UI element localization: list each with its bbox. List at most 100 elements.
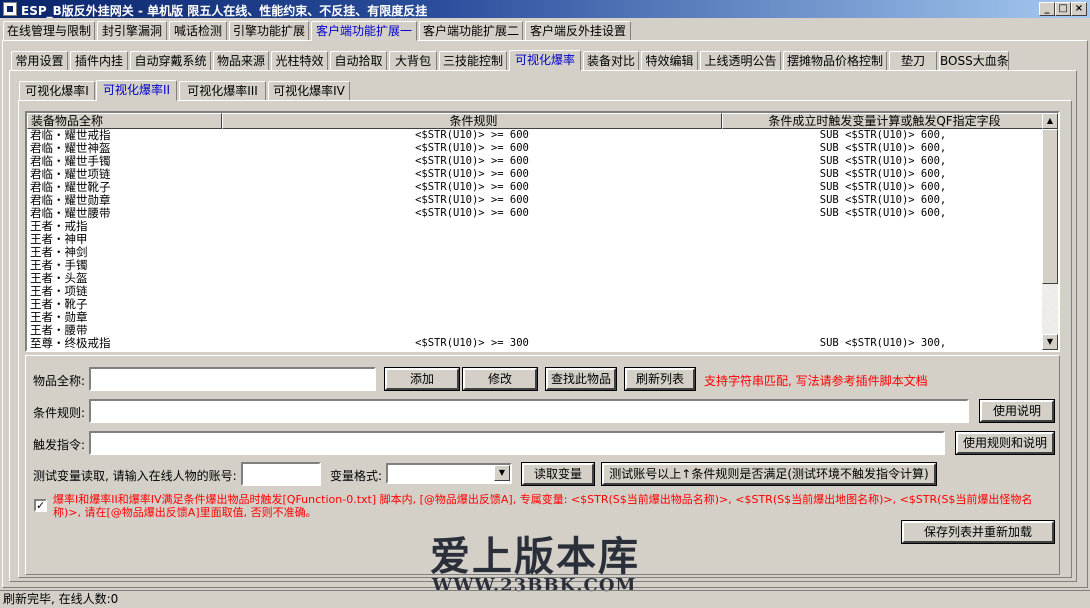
chevron-down-icon[interactable]: ▼ bbox=[494, 465, 510, 481]
trigger-input[interactable] bbox=[89, 431, 945, 455]
tab-client-extension-2[interactable]: 客户端功能扩展二 bbox=[419, 21, 523, 41]
trigger-label: 触发指令: bbox=[33, 438, 86, 452]
scroll-down-icon[interactable]: ▼ bbox=[1042, 334, 1058, 350]
rules-usage-button[interactable]: 使用规则和说明 bbox=[956, 432, 1054, 454]
tab-drop-rate-3[interactable]: 可视化爆率III bbox=[179, 81, 266, 101]
table-row[interactable]: 王者・神剑 bbox=[27, 246, 1044, 259]
cell-trigger: SUB <$STR(U10)> 300, bbox=[819, 337, 947, 349]
table-row[interactable]: 王者・神甲 bbox=[27, 233, 1044, 246]
tab-equip-compare[interactable]: 装备对比 bbox=[583, 51, 639, 71]
cell-trigger bbox=[722, 233, 1044, 246]
tab-pad-blade[interactable]: 垫刀 bbox=[889, 51, 937, 71]
item-name-input[interactable] bbox=[89, 367, 376, 391]
cell-item-name: 君临・耀世勋章 bbox=[30, 194, 111, 207]
cell-condition bbox=[222, 246, 722, 259]
var-format-select[interactable]: ▼ bbox=[386, 463, 512, 484]
table-row[interactable]: 王者・头盔 bbox=[27, 272, 1044, 285]
column-header-trigger[interactable]: 条件成立时触发变量计算或触发QF指定字段 bbox=[722, 113, 1044, 129]
column-header-item-name[interactable]: 装备物品全称 bbox=[27, 113, 222, 129]
scroll-up-icon[interactable]: ▲ bbox=[1042, 113, 1058, 129]
table-row[interactable]: 王者・项链 bbox=[27, 285, 1044, 298]
condition-input[interactable] bbox=[89, 399, 969, 423]
table-row[interactable]: 王者・戒指 bbox=[27, 220, 1044, 233]
tab-stall-price[interactable]: 摆摊物品价格控制 bbox=[783, 51, 887, 71]
table-scrollbar[interactable]: ▲ ▼ bbox=[1042, 113, 1058, 350]
table-row[interactable]: 君临・耀世勋章 <$STR(U10)> >= 600 SUB <$STR(U10)>… bbox=[27, 194, 1044, 207]
table-row[interactable]: 君临・耀世靴子 <$STR(U10)> >= 600 SUB <$STR(U10)>… bbox=[27, 181, 1044, 194]
table-row[interactable]: 至尊・终极戒指 <$STR(U10)> >= 300 SUB <$STR(U10)>… bbox=[27, 337, 1044, 350]
table-row[interactable]: 王者・勋章 bbox=[27, 311, 1044, 324]
cell-trigger: SUB <$STR(U10)> 600, bbox=[819, 168, 947, 180]
tab-auto-pickup[interactable]: 自动拾取 bbox=[330, 51, 387, 71]
find-item-button[interactable]: 查找此物品 bbox=[546, 368, 616, 390]
tab-drop-rate-4[interactable]: 可视化爆率IV bbox=[268, 81, 350, 101]
tab-online-management[interactable]: 在线管理与限制 bbox=[3, 21, 95, 41]
tab-three-skill[interactable]: 三技能控制 bbox=[439, 51, 507, 71]
condition-label: 条件规则: bbox=[33, 406, 86, 420]
read-variable-button[interactable]: 读取变量 bbox=[522, 463, 594, 485]
cell-trigger: SUB <$STR(U10)> 600, bbox=[819, 129, 947, 141]
tab-client-extension-1[interactable]: 客户端功能扩展一 bbox=[311, 21, 417, 41]
cell-item-name: 王者・头盔 bbox=[30, 272, 88, 285]
tab-light-pillar[interactable]: 光柱特效 bbox=[271, 51, 328, 71]
table-row[interactable]: 君临・耀世腰带 <$STR(U10)> >= 600 SUB <$STR(U10)>… bbox=[27, 207, 1044, 220]
drop-rule-table[interactable]: 装备物品全称 条件规则 条件成立时触发变量计算或触发QF指定字段 君临・耀世戒指… bbox=[25, 111, 1060, 352]
tab-engine-exploit-block[interactable]: 封引擎漏洞 bbox=[97, 21, 167, 41]
test-account-input[interactable] bbox=[241, 462, 321, 486]
table-row[interactable]: 王者・腰带 bbox=[27, 324, 1044, 337]
tab-visual-drop-rate[interactable]: 可视化爆率 bbox=[509, 50, 581, 71]
table-row[interactable]: 王者・手镯 bbox=[27, 259, 1044, 272]
cell-item-name: 王者・神剑 bbox=[30, 246, 88, 259]
cell-item-name: 君临・耀世神盔 bbox=[30, 142, 111, 155]
tab-item-source[interactable]: 物品来源 bbox=[213, 51, 269, 71]
cell-item-name: 王者・靴子 bbox=[30, 298, 88, 311]
save-and-reload-button[interactable]: 保存列表并重新加载 bbox=[902, 521, 1054, 543]
cell-condition: <$STR(U10)> >= 600 bbox=[415, 207, 529, 219]
table-row[interactable]: 王者・靴子 bbox=[27, 298, 1044, 311]
scroll-thumb[interactable] bbox=[1042, 129, 1058, 284]
cell-item-name: 王者・神甲 bbox=[30, 233, 88, 246]
column-header-condition[interactable]: 条件规则 bbox=[222, 113, 722, 129]
table-header: 装备物品全称 条件规则 条件成立时触发变量计算或触发QF指定字段 bbox=[27, 113, 1044, 129]
maximize-button[interactable]: □ bbox=[1055, 2, 1071, 16]
tab-shout-detection[interactable]: 喊话检测 bbox=[169, 21, 227, 41]
usage-help-button[interactable]: 使用说明 bbox=[980, 400, 1054, 422]
tab-boss-hp-bar[interactable]: BOSS大血条 bbox=[939, 51, 1009, 71]
close-button[interactable]: × bbox=[1071, 2, 1087, 16]
cell-condition: <$STR(U10)> >= 600 bbox=[415, 181, 529, 193]
cell-item-name: 至尊・终极戒指 bbox=[30, 337, 111, 350]
tab-drop-rate-1[interactable]: 可视化爆率I bbox=[19, 81, 95, 101]
trigger-feedback-checkbox[interactable]: ✓ bbox=[34, 499, 47, 512]
cell-item-name: 君临・耀世靴子 bbox=[30, 181, 111, 194]
cell-item-name: 君临・耀世项链 bbox=[30, 168, 111, 181]
modify-button[interactable]: 修改 bbox=[463, 368, 537, 390]
table-row[interactable]: 君临・耀世戒指 <$STR(U10)> >= 600 SUB <$STR(U10)>… bbox=[27, 129, 1044, 142]
tab-drop-rate-2[interactable]: 可视化爆率II bbox=[96, 80, 177, 101]
table-body: 君临・耀世戒指 <$STR(U10)> >= 600 SUB <$STR(U10)>… bbox=[27, 129, 1044, 350]
cell-condition bbox=[222, 324, 722, 337]
window-title: ESP_B版反外挂网关 - 单机版 限五人在线、性能约束、不反挂、有限度反挂 bbox=[21, 4, 428, 18]
refresh-list-button[interactable]: 刷新列表 bbox=[625, 368, 695, 390]
tab-login-notice[interactable]: 上线透明公告 bbox=[700, 51, 781, 71]
cell-trigger: SUB <$STR(U10)> 600, bbox=[819, 194, 947, 206]
tab-client-anticheat[interactable]: 客户端反外挂设置 bbox=[525, 21, 631, 41]
minimize-button[interactable]: _ bbox=[1039, 2, 1055, 16]
table-row[interactable]: 君临・耀世项链 <$STR(U10)> >= 600 SUB <$STR(U10)>… bbox=[27, 168, 1044, 181]
table-row[interactable]: 君临・耀世手镯 <$STR(U10)> >= 600 SUB <$STR(U10)>… bbox=[27, 155, 1044, 168]
tab-effect-edit[interactable]: 特效编辑 bbox=[641, 51, 698, 71]
add-button[interactable]: 添加 bbox=[385, 368, 459, 390]
cell-condition bbox=[222, 220, 722, 233]
tab-auto-equip[interactable]: 自动穿戴系统 bbox=[130, 51, 211, 71]
tab-big-bag[interactable]: 大背包 bbox=[389, 51, 437, 71]
cell-trigger: SUB <$STR(U10)> 600, bbox=[819, 207, 947, 219]
cell-condition: <$STR(U10)> >= 600 bbox=[415, 155, 529, 167]
table-row[interactable]: 君临・耀世神盔 <$STR(U10)> >= 600 SUB <$STR(U10)>… bbox=[27, 142, 1044, 155]
test-rules-button[interactable]: 测试账号以上↑条件规则是否满足(测试环境不触发指令计算) bbox=[602, 463, 936, 485]
tab-plugin-bot[interactable]: 插件内挂 bbox=[70, 51, 128, 71]
status-text: 刷新完毕, 在线人数:0 bbox=[3, 592, 119, 606]
tab-common-settings[interactable]: 常用设置 bbox=[11, 51, 68, 71]
cell-trigger bbox=[722, 298, 1044, 311]
tab-engine-extension[interactable]: 引擎功能扩展 bbox=[229, 21, 309, 41]
cell-item-name: 王者・勋章 bbox=[30, 311, 88, 324]
cell-item-name: 王者・腰带 bbox=[30, 324, 88, 337]
